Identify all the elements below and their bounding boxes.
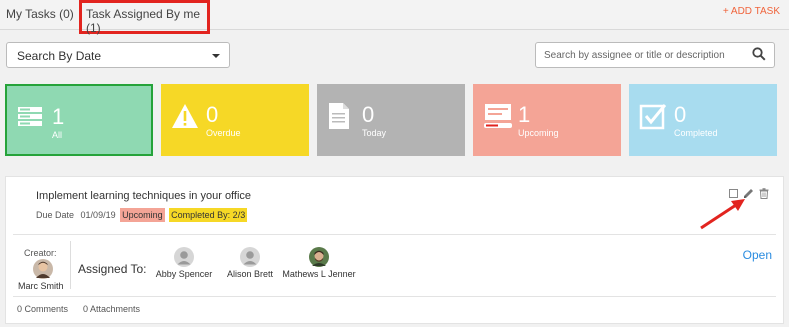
due-date-value: 01/09/19: [80, 210, 116, 220]
vertical-divider: [70, 241, 71, 289]
task-card: Implement learning techniques in your of…: [5, 176, 784, 324]
creator-label: Creator:: [24, 248, 57, 258]
summary-label: Overdue: [206, 128, 241, 138]
search-box: [535, 42, 775, 68]
summary-label: Today: [362, 128, 387, 138]
task-footer-divider: [13, 296, 776, 297]
avatar: [309, 247, 329, 267]
creator-avatar: [33, 259, 53, 282]
summary-count: 1: [518, 102, 531, 127]
date-filter-value: Search By Date: [17, 49, 102, 63]
date-filter-select[interactable]: Search By Date: [6, 42, 230, 68]
assignee-name: Mathews L Jenner: [282, 269, 356, 279]
user-placeholder-icon: [240, 247, 260, 267]
tab-bar: My Tasks (0) Task Assigned By me (1) + A…: [0, 0, 789, 35]
summary-count: 0: [206, 102, 219, 127]
search-input[interactable]: [536, 43, 746, 67]
tab-task-assigned-by-me[interactable]: Task Assigned By me (1): [79, 0, 210, 35]
task-due-line: Due Date 01/09/19 Upcoming Completed By:…: [36, 208, 248, 222]
caret-down-icon: [212, 54, 220, 58]
user-placeholder-icon: [174, 247, 194, 267]
summary-card-upcoming[interactable]: 1 Upcoming: [473, 84, 621, 156]
summary-label: All: [52, 130, 63, 140]
summary-card-all[interactable]: 1 All: [5, 84, 153, 156]
comments-link[interactable]: 0 Comments: [17, 304, 68, 314]
summary-count: 0: [362, 102, 375, 127]
summary-card-completed[interactable]: 0 Completed: [629, 84, 777, 156]
creator-name: Marc Smith: [18, 281, 64, 291]
document-icon: [327, 102, 351, 133]
annotation-arrow-icon: [700, 199, 745, 230]
search-icon[interactable]: [752, 47, 766, 64]
summary-card-today[interactable]: 0 Today: [317, 84, 465, 156]
open-task-link[interactable]: Open: [743, 248, 772, 262]
assigned-to-label: Assigned To:: [78, 262, 147, 276]
add-task-button[interactable]: + ADD TASK: [723, 6, 780, 17]
attachments-link[interactable]: 0 Attachments: [83, 304, 140, 314]
completed-by-badge: Completed By: 2/3: [169, 208, 248, 222]
task-title[interactable]: Implement learning techniques in your of…: [36, 190, 251, 202]
list-icon: [17, 104, 43, 133]
due-date-label: Due Date: [36, 210, 75, 220]
summary-label: Upcoming: [518, 128, 559, 138]
delete-trash-icon[interactable]: [759, 188, 769, 202]
assignee-name: Abby Spencer: [155, 269, 213, 279]
summary-count: 0: [674, 102, 687, 127]
checkbox-icon: [639, 102, 667, 133]
summary-label: Completed: [674, 128, 718, 138]
summary-card-overdue[interactable]: 0 Overdue: [161, 84, 309, 156]
summary-count: 1: [52, 104, 65, 129]
warning-icon: [171, 102, 199, 133]
status-badge: Upcoming: [120, 208, 165, 222]
assignee-name: Alison Brett: [226, 269, 274, 279]
upcoming-icon: [483, 102, 513, 133]
task-divider: [13, 234, 776, 235]
tab-my-tasks[interactable]: My Tasks (0): [6, 7, 74, 21]
